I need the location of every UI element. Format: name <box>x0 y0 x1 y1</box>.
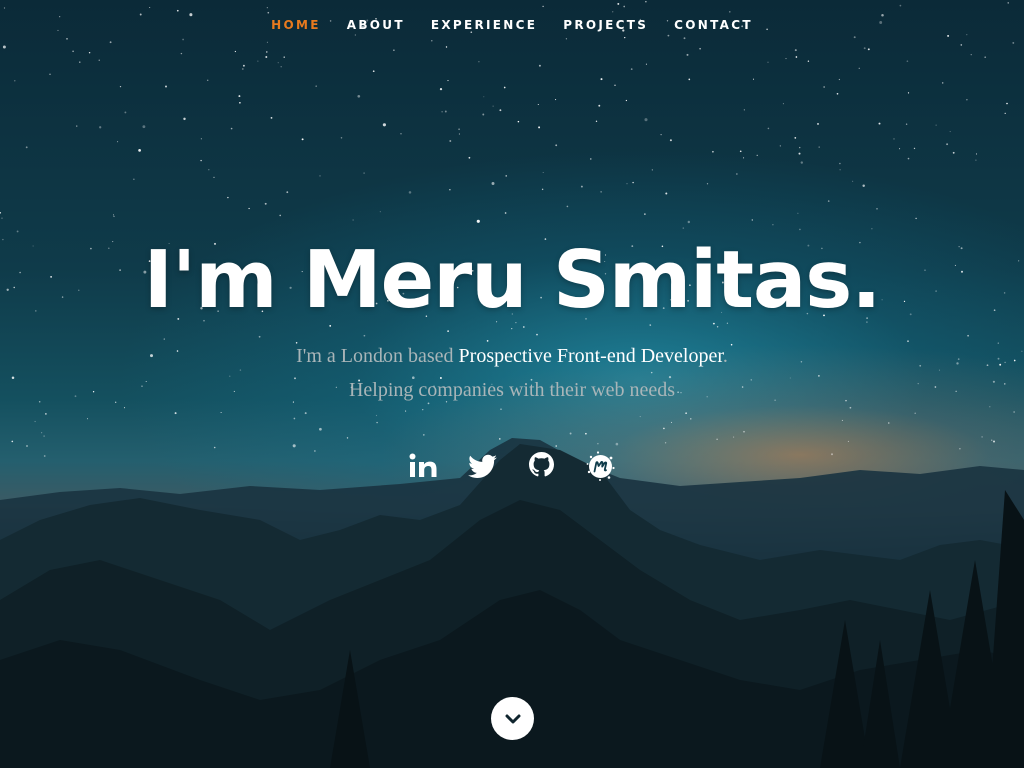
main-nav: HOME ABOUT EXPERIENCE PROJECTS CONTACT <box>0 14 1024 36</box>
nav-link-home[interactable]: HOME <box>258 14 334 36</box>
hero-subtitle: I'm a London based Prospective Front-end… <box>0 342 1024 370</box>
nav-link-experience[interactable]: EXPERIENCE <box>418 14 550 36</box>
subtitle-highlight: Prospective Front-end Developer <box>458 345 723 367</box>
scroll-down-button[interactable] <box>491 697 534 740</box>
hero-section: HOME ABOUT EXPERIENCE PROJECTS CONTACT I… <box>0 0 1024 768</box>
meetup-link[interactable] <box>585 448 616 484</box>
nav-link-projects[interactable]: PROJECTS <box>550 14 661 36</box>
linkedin-icon <box>409 453 437 477</box>
nav-link-about[interactable]: ABOUT <box>334 14 418 36</box>
nav-link-contact[interactable]: CONTACT <box>661 14 766 36</box>
linkedin-link[interactable] <box>408 448 439 484</box>
chevron-down-icon <box>505 714 520 723</box>
hero-tagline: Helping companies with their web needs <box>348 379 676 401</box>
social-links <box>0 448 1024 484</box>
subtitle-prefix: I'm a London based <box>296 345 459 367</box>
hero-title: I'm Meru Smitas. <box>143 234 882 326</box>
meetup-icon <box>586 451 615 481</box>
twitter-icon <box>468 454 497 478</box>
subtitle-suffix: . <box>722 345 728 367</box>
github-icon <box>529 452 554 477</box>
github-link[interactable] <box>526 448 557 484</box>
twitter-link[interactable] <box>467 448 498 484</box>
